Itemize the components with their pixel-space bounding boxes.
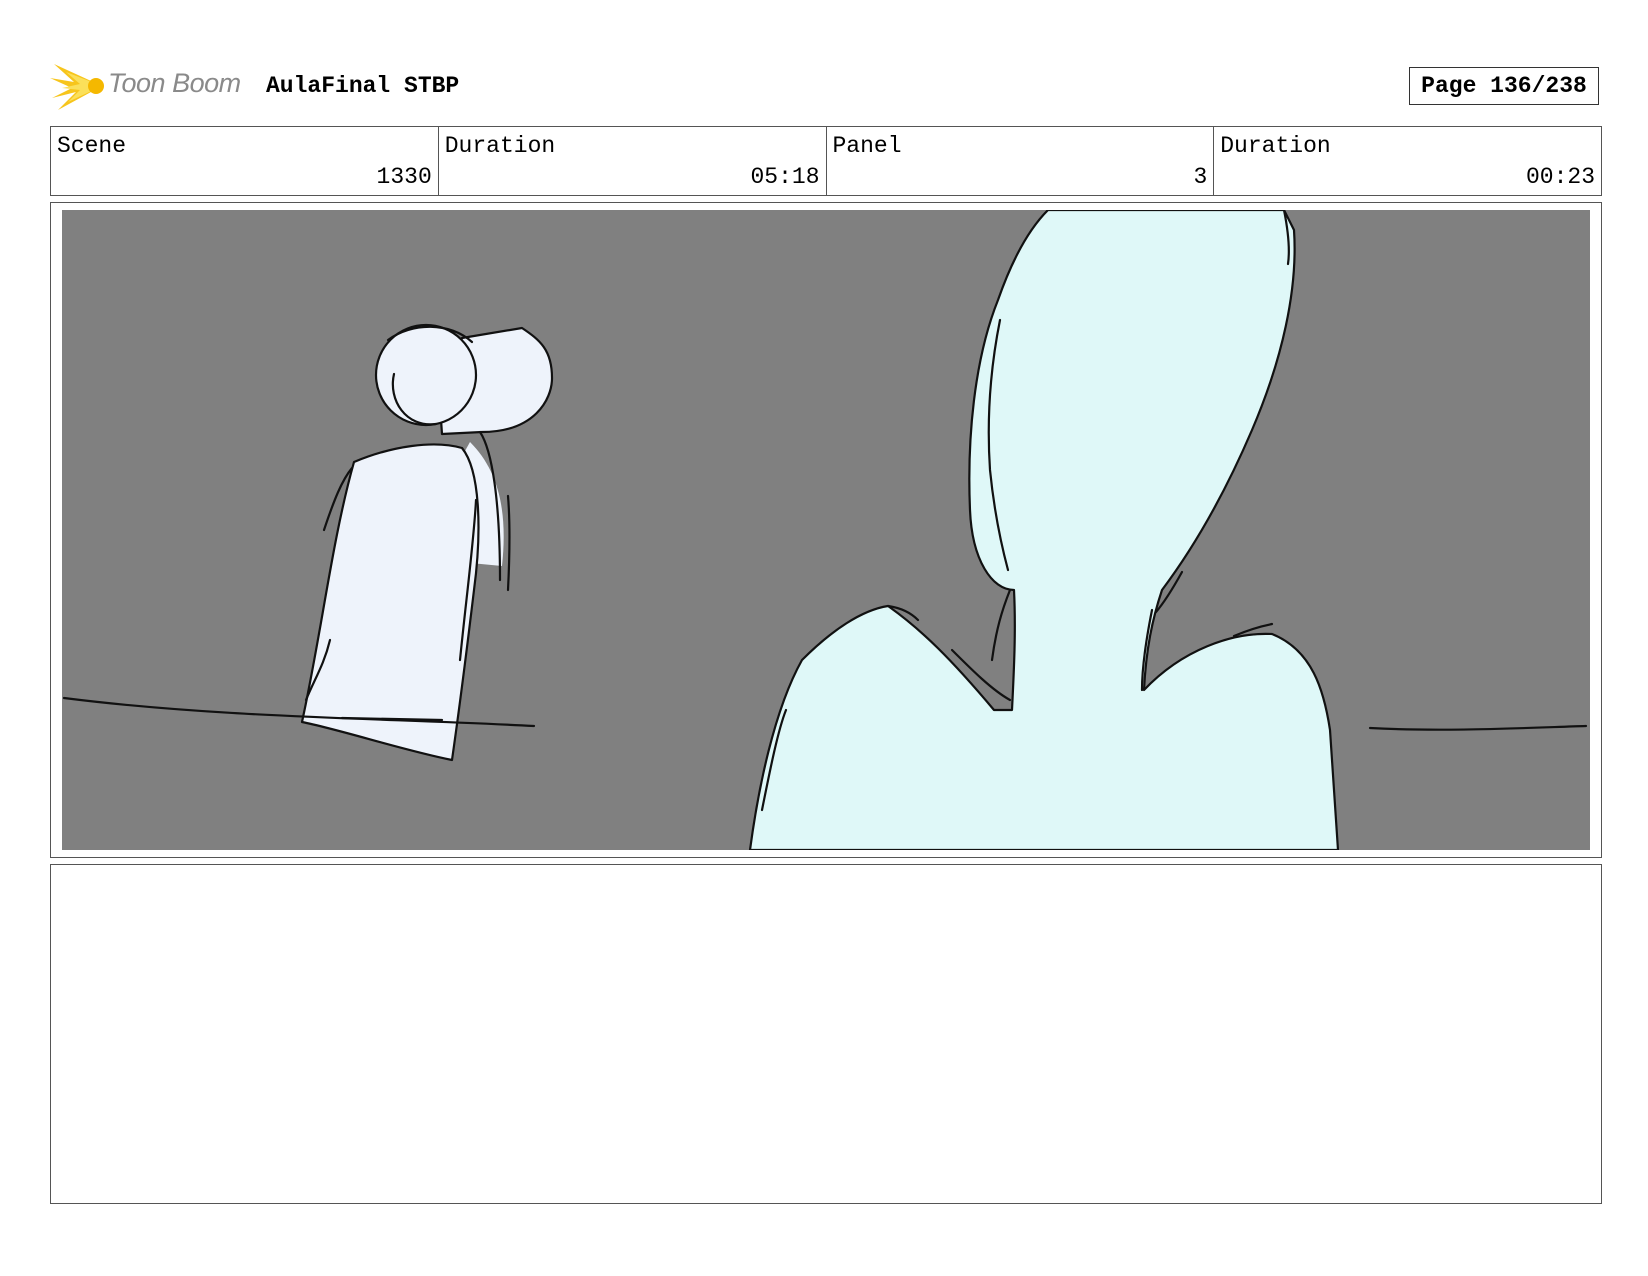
panel-duration-label: Duration [1220, 133, 1331, 159]
panel-duration-cell: Duration 00:23 [1214, 127, 1601, 195]
panel-duration-value: 00:23 [1525, 164, 1595, 190]
logo-wordmark: Toon Boom [108, 68, 241, 98]
page-header: Toon Boom AulaFinal STBP Page 136/238 [50, 58, 1602, 110]
panel-cell: Panel 3 [827, 127, 1215, 195]
scene-info-table: Scene 1330 Duration 05:18 Panel 3 Durati… [50, 126, 1602, 196]
panel-notes-area[interactable] [50, 864, 1602, 1204]
panel-label: Panel [832, 133, 902, 159]
starburst-icon [50, 64, 104, 110]
panel-frame [50, 202, 1602, 858]
panel-value: 3 [1193, 164, 1208, 190]
page-number: Page 136/238 [1409, 67, 1599, 105]
scene-cell: Scene 1330 [51, 127, 439, 195]
scene-duration-cell: Duration 05:18 [439, 127, 827, 195]
toon-boom-logo: Toon Boom [50, 58, 250, 114]
scene-value: 1330 [376, 164, 432, 190]
scene-duration-value: 05:18 [750, 164, 820, 190]
scene-duration-label: Duration [444, 133, 556, 159]
storyboard-panel-drawing [62, 210, 1590, 850]
project-title: AulaFinal STBP [266, 73, 460, 99]
scene-label: Scene [57, 133, 127, 159]
